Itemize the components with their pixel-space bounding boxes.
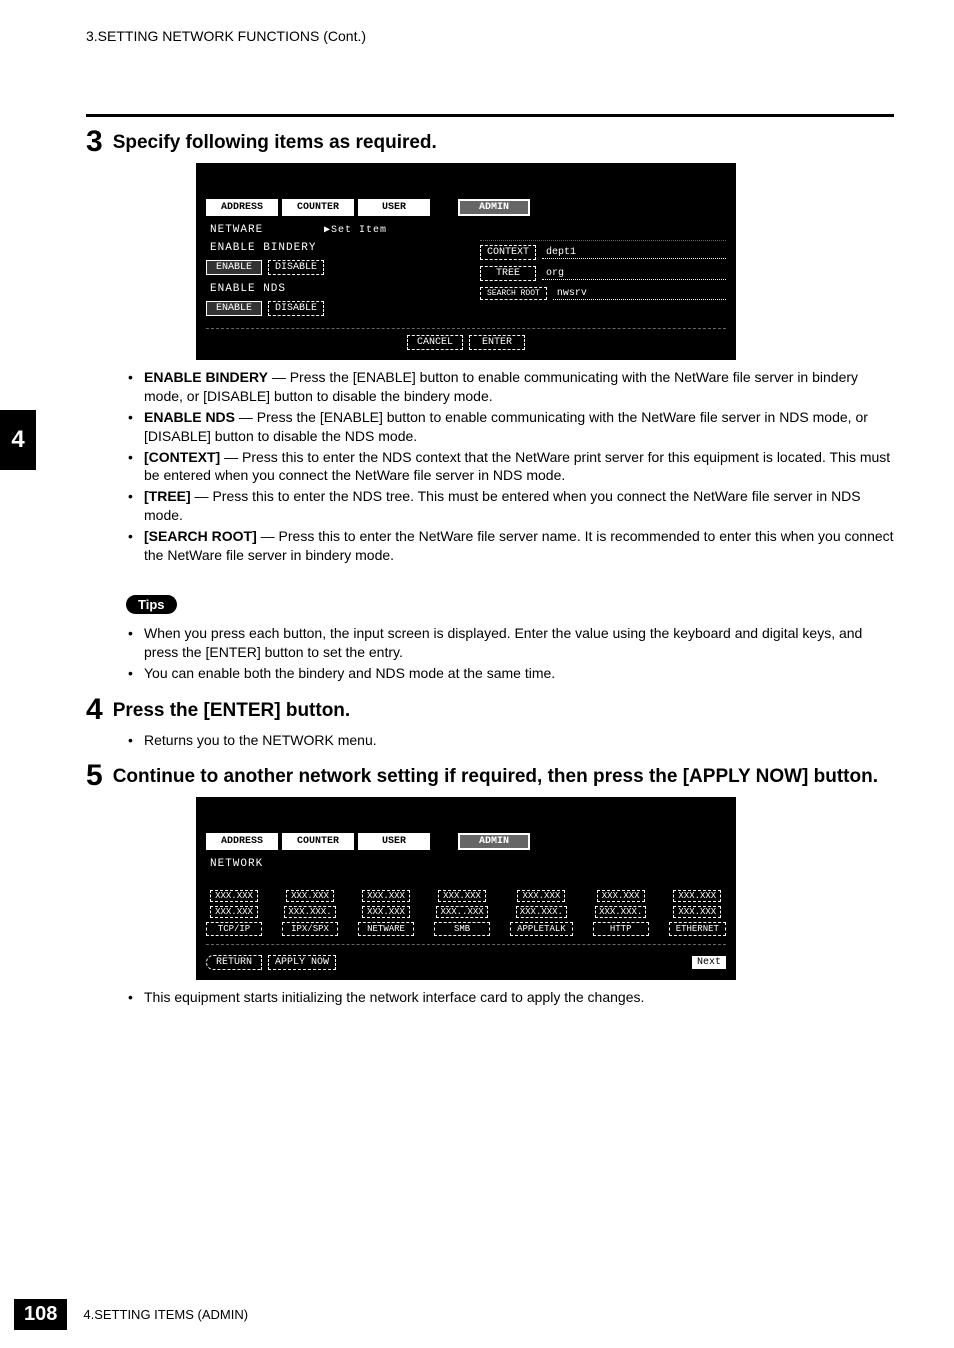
- footer-section-title: 4.SETTING ITEMS (ADMIN): [83, 1307, 248, 1322]
- desc-enable-nds: — Press the [ENABLE] button to enable co…: [144, 409, 868, 444]
- tip-2: You can enable both the bindery and NDS …: [126, 664, 894, 683]
- step-title: Specify following items as required.: [113, 127, 437, 156]
- netware-setitem-screenshot: ADDRESS COUNTER USER ADMIN NETWARE ▶Set …: [196, 163, 736, 360]
- enable-nds-label: ENABLE NDS: [206, 281, 452, 299]
- step5-bullet: This equipment starts initializing the n…: [126, 988, 894, 1007]
- network-column-tcpip: XXX.XXX XXX.XXX TCP/IP: [206, 890, 262, 936]
- page-footer: 108 4.SETTING ITEMS (ADMIN): [0, 1299, 954, 1330]
- netware-label: NETWARE: [210, 224, 263, 236]
- search-root-value: nwsrv: [553, 288, 726, 300]
- value-box: XXX.XXX: [673, 890, 721, 902]
- apply-now-button[interactable]: APPLY NOW: [268, 955, 336, 970]
- network-column-ethernet: XXX.XXX XXX.XXX ETHERNET: [669, 890, 726, 936]
- page-number: 108: [14, 1299, 67, 1330]
- term-enable-nds: ENABLE NDS: [144, 409, 235, 425]
- tree-value: org: [542, 268, 726, 280]
- value-box: XXX.XXX: [210, 906, 258, 918]
- chapter-side-tab: 4: [0, 410, 36, 470]
- step4-bullet: Returns you to the NETWORK menu.: [126, 731, 894, 750]
- step-number: 3: [86, 127, 103, 157]
- value-box: XXX.XXX: [362, 890, 410, 902]
- network-column-netware: XXX.XXX XXX.XXX NETWARE: [358, 890, 414, 936]
- term-tree: [TREE]: [144, 488, 191, 504]
- bindery-disable-button[interactable]: DISABLE: [268, 260, 324, 275]
- tab-admin[interactable]: ADMIN: [458, 833, 530, 850]
- running-header: 3.SETTING NETWORK FUNCTIONS (Cont.): [86, 28, 894, 44]
- ethernet-button[interactable]: ETHERNET: [669, 922, 726, 936]
- tcp/ip-button[interactable]: TCP/IP: [206, 922, 262, 936]
- value-box: XXX.XXX.: [516, 906, 567, 918]
- smb-button[interactable]: SMB: [434, 922, 490, 936]
- value-box: XXX.XXX: [597, 890, 645, 902]
- value-box: XXX.XXX: [362, 906, 410, 918]
- value-box: XXX.XXX.: [284, 906, 335, 918]
- netware-button[interactable]: NETWARE: [358, 922, 414, 936]
- bindery-enable-button[interactable]: ENABLE: [206, 260, 262, 275]
- value-box: XXX..XXX: [436, 906, 487, 918]
- desc-tree: — Press this to enter the NDS tree. This…: [144, 488, 861, 523]
- nds-disable-button[interactable]: DISABLE: [268, 301, 324, 316]
- tips-bullets: When you press each button, the input sc…: [126, 624, 894, 683]
- tab-address[interactable]: ADDRESS: [206, 833, 278, 850]
- enter-button[interactable]: ENTER: [469, 335, 525, 350]
- tab-address[interactable]: ADDRESS: [206, 199, 278, 216]
- context-value: dept1: [542, 247, 726, 259]
- search-root-button[interactable]: SEARCH ROOT: [480, 287, 547, 300]
- ipx/spx-button[interactable]: IPX/SPX: [282, 922, 338, 936]
- tip-1: When you press each button, the input sc…: [126, 624, 894, 662]
- value-box: XXX.XXX: [286, 890, 334, 902]
- tree-button[interactable]: TREE: [480, 266, 536, 281]
- http-button[interactable]: HTTP: [593, 922, 649, 936]
- value-box: XXX.XXX.: [595, 906, 646, 918]
- section-rule: [86, 114, 894, 117]
- tab-counter[interactable]: COUNTER: [282, 833, 354, 850]
- term-context: [CONTEXT]: [144, 449, 220, 465]
- step-title: Press the [ENTER] button.: [113, 695, 351, 724]
- network-header: NETWORK: [206, 856, 726, 874]
- return-button[interactable]: RETURN: [206, 955, 262, 970]
- step-number: 5: [86, 761, 103, 791]
- step-number: 4: [86, 695, 103, 725]
- step-title: Continue to another network setting if r…: [113, 761, 878, 790]
- tab-user[interactable]: USER: [358, 833, 430, 850]
- value-box: XXX.XXX: [517, 890, 565, 902]
- network-column-smb: XXX.XXX XXX..XXX SMB: [434, 890, 490, 936]
- step3-bullets: ENABLE BINDERY — Press the [ENABLE] butt…: [126, 368, 894, 565]
- step-5: 5 Continue to another network setting if…: [86, 761, 894, 791]
- desc-context: — Press this to enter the NDS context th…: [144, 449, 890, 484]
- term-enable-bindery: ENABLE BINDERY: [144, 369, 268, 385]
- next-button[interactable]: Next: [692, 956, 726, 969]
- nds-enable-button[interactable]: ENABLE: [206, 301, 262, 316]
- enable-bindery-label: ENABLE BINDERY: [206, 240, 452, 258]
- tab-counter[interactable]: COUNTER: [282, 199, 354, 216]
- network-column-ipxspx: XXX.XXX XXX.XXX. IPX/SPX: [282, 890, 338, 936]
- value-box: XXX.XXX: [673, 906, 721, 918]
- tab-user[interactable]: USER: [358, 199, 430, 216]
- value-box: XXX.XXX: [210, 890, 258, 902]
- set-item-label: ▶Set Item: [324, 225, 387, 236]
- cancel-button[interactable]: CANCEL: [407, 335, 463, 350]
- step-4: 4 Press the [ENTER] button.: [86, 695, 894, 725]
- term-search-root: [SEARCH ROOT]: [144, 528, 257, 544]
- step-3: 3 Specify following items as required.: [86, 127, 894, 157]
- context-button[interactable]: CONTEXT: [480, 245, 536, 260]
- tips-badge: Tips: [126, 595, 177, 614]
- value-box: XXX.XXX: [438, 890, 486, 902]
- network-menu-screenshot: ADDRESS COUNTER USER ADMIN NETWORK XXX.X…: [196, 797, 736, 980]
- tab-admin[interactable]: ADMIN: [458, 199, 530, 216]
- network-column-appletalk: XXX.XXX XXX.XXX. APPLETALK: [510, 890, 573, 936]
- appletalk-button[interactable]: APPLETALK: [510, 922, 573, 936]
- network-column-http: XXX.XXX XXX.XXX. HTTP: [593, 890, 649, 936]
- desc-search-root: — Press this to enter the NetWare file s…: [144, 528, 894, 563]
